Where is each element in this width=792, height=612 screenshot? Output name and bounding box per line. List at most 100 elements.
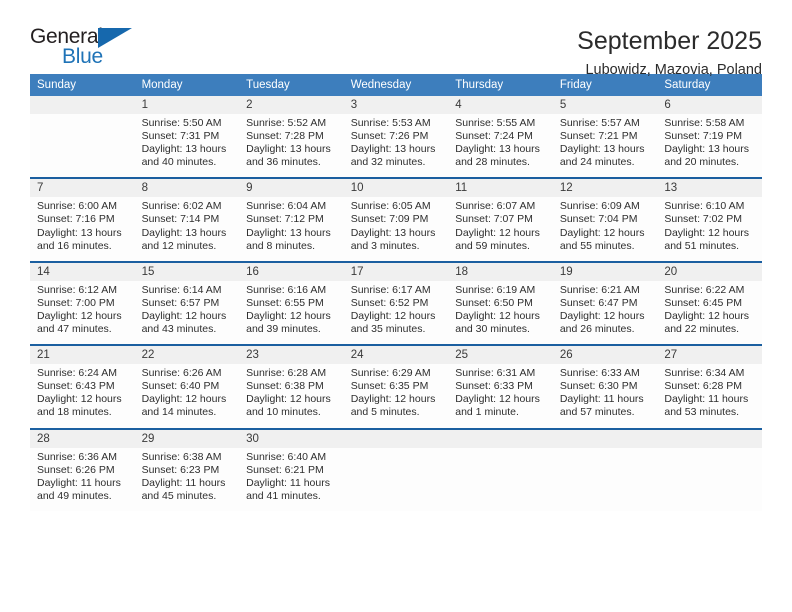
day-number[interactable]: 16 bbox=[239, 262, 344, 281]
sunrise-text: Sunrise: 6:12 AM bbox=[37, 283, 117, 296]
day-cell[interactable]: Sunrise: 5:52 AM Sunset: 7:28 PM Dayligh… bbox=[239, 114, 344, 178]
sunrise-text: Sunrise: 5:58 AM bbox=[664, 117, 745, 129]
daylight-text-line1: Daylight: 13 hours bbox=[37, 226, 122, 239]
day-cell[interactable] bbox=[30, 114, 135, 178]
day-cell[interactable]: Sunrise: 6:22 AM Sunset: 6:45 PM Dayligh… bbox=[657, 280, 762, 345]
day-number[interactable]: 29 bbox=[134, 429, 240, 448]
day-cell[interactable]: Sunrise: 6:29 AM Sunset: 6:35 PM Dayligh… bbox=[343, 364, 449, 428]
daylight-text-line1: Daylight: 12 hours bbox=[37, 393, 122, 406]
day-cell[interactable]: Sunrise: 6:05 AM Sunset: 7:09 PM Dayligh… bbox=[343, 197, 449, 261]
day-number[interactable]: 17 bbox=[343, 262, 449, 281]
sunrise-text: Sunrise: 5:57 AM bbox=[559, 117, 640, 129]
day-cell[interactable]: Sunrise: 6:07 AM Sunset: 7:07 PM Dayligh… bbox=[448, 197, 553, 261]
daylight-text-line1: Daylight: 11 hours bbox=[246, 476, 330, 489]
sunrise-text: Sunrise: 6:05 AM bbox=[350, 200, 431, 213]
daylight-text-line2: and 20 minutes. bbox=[664, 156, 740, 169]
day-cell[interactable]: Sunrise: 6:16 AM Sunset: 6:55 PM Dayligh… bbox=[239, 280, 344, 345]
day-cell[interactable]: Sunrise: 6:21 AM Sunset: 6:47 PM Dayligh… bbox=[552, 280, 658, 345]
week-row-daynumbers: 7 8 9 10 11 12 13 bbox=[30, 179, 762, 198]
sunset-text: Sunset: 6:35 PM bbox=[350, 380, 429, 393]
day-number[interactable]: 13 bbox=[657, 179, 762, 198]
day-number[interactable]: 24 bbox=[343, 346, 449, 365]
sunset-text: Sunset: 7:09 PM bbox=[350, 213, 429, 226]
daylight-text-line1: Daylight: 12 hours bbox=[246, 393, 331, 406]
daylight-text-line2: and 14 minutes. bbox=[141, 406, 217, 419]
day-number[interactable]: 9 bbox=[239, 179, 344, 198]
day-cell[interactable]: Sunrise: 5:50 AM Sunset: 7:31 PM Dayligh… bbox=[134, 114, 240, 178]
sunrise-text: Sunrise: 6:29 AM bbox=[350, 367, 431, 380]
day-number[interactable]: 18 bbox=[448, 262, 553, 281]
day-number[interactable]: 20 bbox=[657, 262, 762, 281]
day-number[interactable]: 4 bbox=[448, 96, 553, 114]
day-cell[interactable]: Sunrise: 6:36 AM Sunset: 6:26 PM Dayligh… bbox=[30, 447, 135, 511]
day-number[interactable]: 6 bbox=[657, 96, 762, 114]
day-cell[interactable]: Sunrise: 5:57 AM Sunset: 7:21 PM Dayligh… bbox=[552, 114, 658, 178]
day-number[interactable]: 12 bbox=[552, 179, 658, 198]
day-number[interactable]: 23 bbox=[239, 346, 344, 365]
sunset-text: Sunset: 7:14 PM bbox=[141, 213, 220, 226]
day-number[interactable]: 7 bbox=[30, 179, 135, 198]
day-number[interactable]: 11 bbox=[448, 179, 553, 198]
day-cell[interactable]: Sunrise: 6:40 AM Sunset: 6:21 PM Dayligh… bbox=[239, 447, 344, 511]
day-cell[interactable]: Sunrise: 6:04 AM Sunset: 7:12 PM Dayligh… bbox=[239, 197, 344, 261]
day-cell[interactable]: Sunrise: 6:00 AM Sunset: 7:16 PM Dayligh… bbox=[30, 197, 135, 261]
day-number[interactable]: 15 bbox=[134, 262, 240, 281]
daylight-text-line2: and 1 minute. bbox=[455, 406, 519, 419]
day-cell[interactable]: Sunrise: 6:09 AM Sunset: 7:04 PM Dayligh… bbox=[552, 197, 658, 261]
day-cell[interactable]: Sunrise: 6:12 AM Sunset: 7:00 PM Dayligh… bbox=[30, 280, 135, 345]
sunset-text: Sunset: 7:26 PM bbox=[350, 130, 429, 143]
sunset-text: Sunset: 7:24 PM bbox=[455, 130, 533, 143]
day-cell[interactable]: Sunrise: 6:02 AM Sunset: 7:14 PM Dayligh… bbox=[134, 197, 240, 261]
day-number[interactable]: 28 bbox=[30, 429, 135, 448]
day-number[interactable]: 25 bbox=[448, 346, 553, 365]
day-cell[interactable]: Sunrise: 6:31 AM Sunset: 6:33 PM Dayligh… bbox=[448, 364, 553, 428]
day-cell[interactable]: Sunrise: 6:38 AM Sunset: 6:23 PM Dayligh… bbox=[134, 447, 240, 511]
day-number[interactable] bbox=[343, 429, 449, 448]
daylight-text-line2: and 55 minutes. bbox=[559, 239, 635, 252]
day-number[interactable]: 8 bbox=[134, 179, 240, 198]
day-cell[interactable]: Sunrise: 5:58 AM Sunset: 7:19 PM Dayligh… bbox=[657, 114, 762, 178]
day-number[interactable] bbox=[657, 429, 762, 448]
day-cell[interactable]: Sunrise: 6:33 AM Sunset: 6:30 PM Dayligh… bbox=[552, 364, 658, 428]
day-number[interactable]: 30 bbox=[239, 429, 344, 448]
day-number[interactable]: 5 bbox=[552, 96, 658, 114]
day-cell[interactable]: Sunrise: 5:53 AM Sunset: 7:26 PM Dayligh… bbox=[343, 114, 449, 178]
day-cell[interactable]: Sunrise: 5:55 AM Sunset: 7:24 PM Dayligh… bbox=[448, 114, 553, 178]
generalblue-logo[interactable]: General Blue bbox=[30, 26, 140, 74]
day-number[interactable] bbox=[448, 429, 553, 448]
day-cell[interactable]: Sunrise: 6:24 AM Sunset: 6:43 PM Dayligh… bbox=[30, 364, 135, 428]
daylight-text-line1: Daylight: 12 hours bbox=[350, 309, 436, 322]
day-number[interactable]: 3 bbox=[343, 96, 449, 114]
day-number[interactable]: 21 bbox=[30, 346, 135, 365]
week-row-details: Sunrise: 6:24 AM Sunset: 6:43 PM Dayligh… bbox=[30, 364, 762, 428]
day-cell[interactable]: Sunrise: 6:26 AM Sunset: 6:40 PM Dayligh… bbox=[134, 364, 240, 428]
daylight-text-line2: and 12 minutes. bbox=[141, 239, 217, 252]
page-subtitle: Lubowidz, Mazovia, Poland bbox=[585, 62, 762, 78]
day-cell[interactable]: Sunrise: 6:28 AM Sunset: 6:38 PM Dayligh… bbox=[239, 364, 344, 428]
week-row-daynumbers: 14 15 16 17 18 19 20 bbox=[30, 262, 762, 281]
page-header: General Blue September 2025 Lubowidz, Ma… bbox=[30, 0, 762, 78]
day-cell[interactable]: Sunrise: 6:19 AM Sunset: 6:50 PM Dayligh… bbox=[448, 280, 553, 345]
week-row-details: Sunrise: 5:50 AM Sunset: 7:31 PM Dayligh… bbox=[30, 114, 762, 178]
sunrise-text: Sunrise: 5:50 AM bbox=[141, 117, 222, 129]
sunset-text: Sunset: 6:28 PM bbox=[664, 380, 743, 393]
daylight-text-line1: Daylight: 13 hours bbox=[350, 226, 436, 239]
sunset-text: Sunset: 6:40 PM bbox=[141, 380, 220, 393]
day-cell[interactable]: Sunrise: 6:14 AM Sunset: 6:57 PM Dayligh… bbox=[134, 280, 240, 345]
day-number[interactable]: 27 bbox=[657, 346, 762, 365]
day-number[interactable] bbox=[30, 96, 135, 114]
day-number[interactable] bbox=[552, 429, 658, 448]
day-number[interactable]: 1 bbox=[134, 96, 240, 114]
sunrise-text: Sunrise: 6:10 AM bbox=[664, 200, 745, 213]
daylight-text-line1: Daylight: 13 hours bbox=[559, 143, 645, 156]
day-cell[interactable]: Sunrise: 6:34 AM Sunset: 6:28 PM Dayligh… bbox=[657, 364, 762, 428]
day-number[interactable]: 2 bbox=[239, 96, 344, 114]
day-number[interactable]: 26 bbox=[552, 346, 658, 365]
day-number[interactable]: 19 bbox=[552, 262, 658, 281]
day-number[interactable]: 14 bbox=[30, 262, 135, 281]
day-number[interactable]: 10 bbox=[343, 179, 449, 198]
day-cell[interactable]: Sunrise: 6:17 AM Sunset: 6:52 PM Dayligh… bbox=[343, 280, 449, 345]
sunrise-text: Sunrise: 6:36 AM bbox=[37, 450, 117, 463]
day-cell[interactable]: Sunrise: 6:10 AM Sunset: 7:02 PM Dayligh… bbox=[657, 197, 762, 261]
day-number[interactable]: 22 bbox=[134, 346, 240, 365]
